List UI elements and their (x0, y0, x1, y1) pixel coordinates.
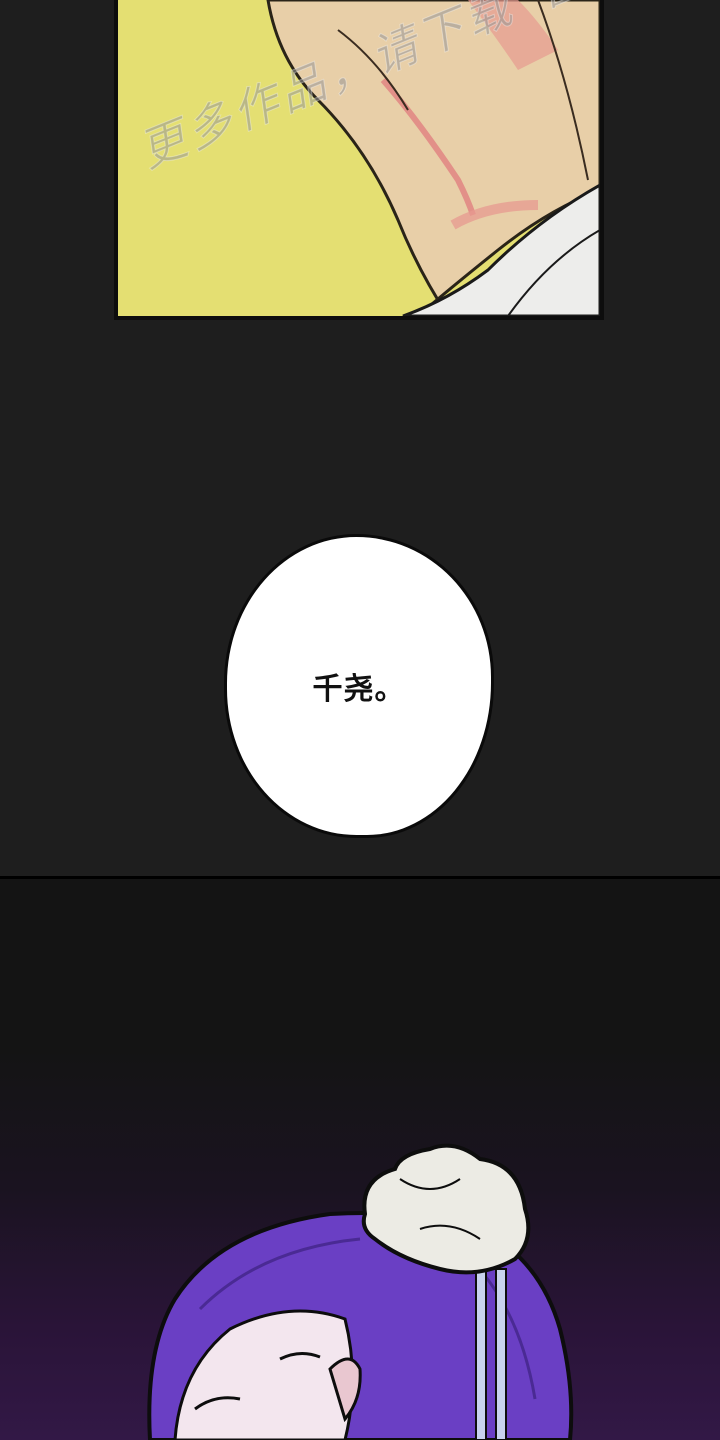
bubble-text: 千尧。 (312, 672, 406, 707)
speech-bubble: 千尧。 (224, 534, 494, 838)
bottom-panel (0, 879, 720, 1440)
top-panel: 更多作品，请下载“番木瓜 (114, 0, 604, 320)
comic-page: 更多作品，请下载“番木瓜 千尧。 (0, 0, 720, 1440)
neck-illustration (266, 0, 600, 316)
character-illustration (147, 1143, 574, 1440)
